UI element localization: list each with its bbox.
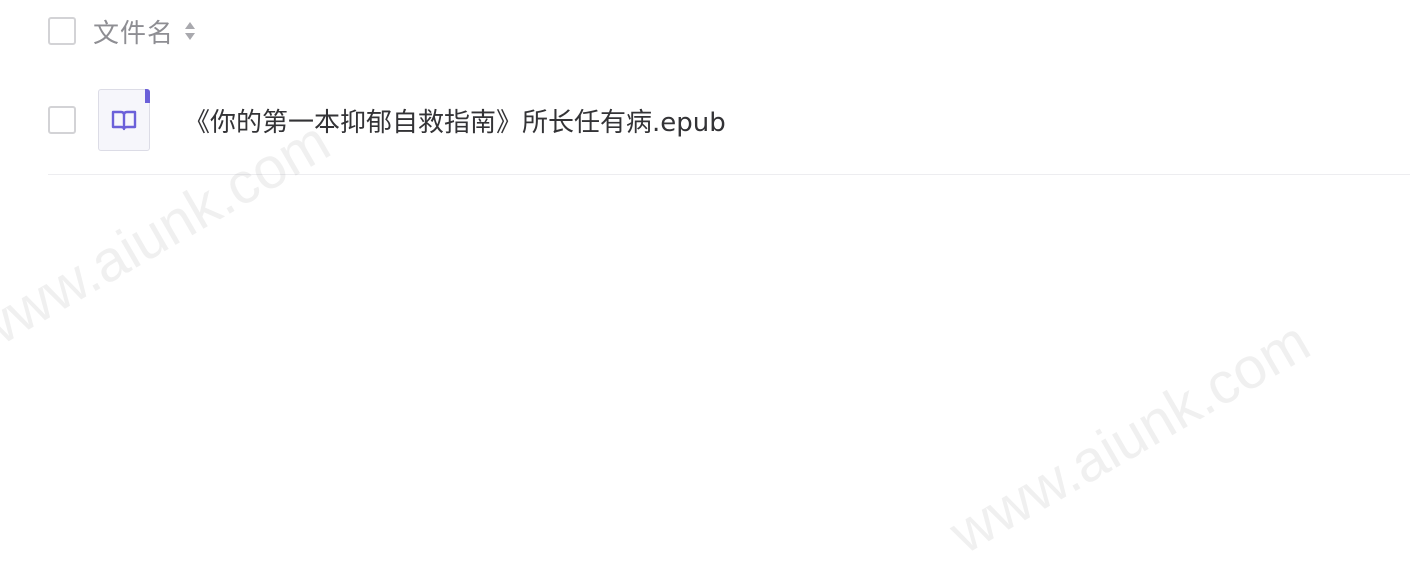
sort-updown-icon[interactable]	[184, 19, 198, 43]
table-header: 文件名	[48, 13, 198, 50]
file-icon-corner	[145, 89, 150, 103]
row-checkbox[interactable]	[48, 106, 76, 134]
table-row[interactable]: 《你的第一本抑郁自救指南》所长任有病.epub	[48, 88, 1410, 152]
book-icon	[111, 110, 137, 131]
file-list-page: 文件名 《你的第一本抑郁自救指南》所长任有病.epub www.aiunk.co…	[0, 0, 1410, 588]
row-divider	[48, 174, 1410, 175]
epub-file-icon	[98, 89, 150, 151]
file-name-link[interactable]: 《你的第一本抑郁自救指南》所长任有病.epub	[184, 102, 726, 139]
filename-column-title[interactable]: 文件名	[93, 13, 174, 50]
select-all-checkbox[interactable]	[48, 17, 76, 45]
watermark-text: www.aiunk.com	[939, 308, 1321, 567]
